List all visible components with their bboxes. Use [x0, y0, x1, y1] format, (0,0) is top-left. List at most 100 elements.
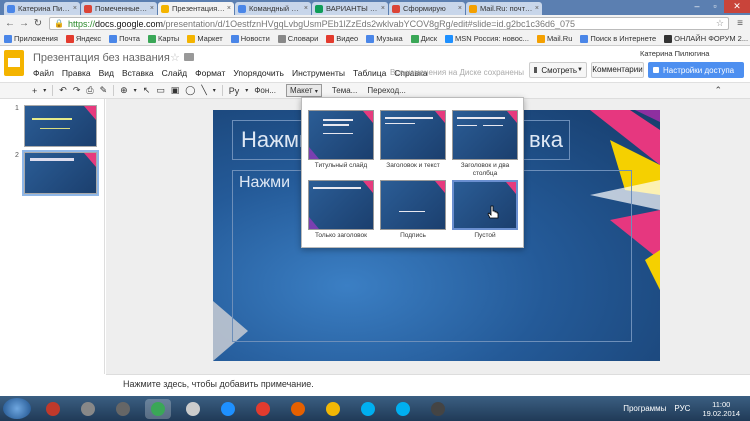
line-icon[interactable]: ╲ [201, 85, 206, 96]
bookmark-item[interactable]: Маркет [187, 34, 223, 43]
layout-option-blank[interactable]: Пустой [452, 180, 518, 240]
taskbar-app-yandex[interactable] [250, 399, 276, 419]
tab-close-icon[interactable]: × [73, 5, 77, 12]
menu-item[interactable]: Упорядочить [233, 68, 284, 78]
layout-option-title-slide[interactable]: Титульный слайд [308, 110, 374, 170]
taskbar-app-mail-agent[interactable] [320, 399, 346, 419]
taskbar-app-chrome[interactable] [145, 398, 171, 419]
layout-option-caption[interactable]: Подпись [380, 180, 446, 240]
tab-close-icon[interactable]: × [227, 5, 231, 12]
chevron-down-icon[interactable]: ▾ [43, 87, 46, 94]
shape-icon[interactable]: ◯ [185, 85, 195, 96]
clock[interactable]: 11:00 19.02.2014 [702, 400, 740, 418]
background-button[interactable]: Фон... [254, 86, 276, 95]
chevron-down-icon[interactable]: ▾ [134, 87, 137, 94]
present-button[interactable]: Смотреть ▼ [529, 62, 587, 78]
bookmark-item[interactable]: Приложения [4, 34, 58, 43]
star-icon[interactable]: ☆ [170, 51, 180, 64]
zoom-icon[interactable]: ⊕ [120, 85, 128, 96]
image-icon[interactable]: ▣ [171, 85, 180, 96]
tab-close-icon[interactable]: × [304, 5, 308, 12]
taskbar-app-skype[interactable] [355, 399, 381, 419]
browser-tab[interactable]: Сформирую × [389, 2, 465, 15]
taskbar-app-skype-2[interactable] [390, 399, 416, 419]
speaker-notes[interactable]: Нажмите здесь, чтобы добавить примечание… [106, 374, 750, 396]
start-button[interactable] [3, 398, 31, 419]
folder-icon[interactable] [184, 53, 194, 61]
share-button[interactable]: Настройки доступа [648, 62, 744, 78]
document-title[interactable]: Презентация без названия [33, 52, 170, 64]
chevron-down-icon[interactable]: ▾ [213, 87, 216, 94]
chevron-down-icon[interactable]: ▼ [577, 67, 583, 73]
back-icon[interactable]: ← [3, 18, 17, 29]
browser-tab[interactable]: Катерина Пилюго× [4, 2, 80, 15]
browser-tab[interactable]: Помеченные - Д × [81, 2, 157, 15]
bookmark-item[interactable]: Диск [410, 34, 437, 43]
menu-item[interactable]: Правка [62, 68, 91, 78]
menu-item[interactable]: Вставка [122, 68, 154, 78]
bookmark-item[interactable]: Mail.Ru [536, 34, 572, 43]
bookmark-item[interactable]: Словари [277, 34, 318, 43]
bookmark-item[interactable]: Новости [230, 34, 270, 43]
tab-close-icon[interactable]: × [535, 5, 539, 12]
bookmark-item[interactable]: Видео [326, 34, 358, 43]
tab-close-icon[interactable]: × [150, 5, 154, 12]
taskbar-app-opera[interactable] [180, 399, 206, 419]
tab-close-icon[interactable]: × [381, 5, 385, 12]
bookmark-item[interactable]: Яндекс [65, 34, 101, 43]
bookmark-item[interactable]: Карты [147, 34, 179, 43]
bookmark-item[interactable]: Поиск в Интернете [580, 34, 656, 43]
language-indicator[interactable]: РУС [674, 404, 690, 413]
menu-item[interactable]: Вид [99, 68, 114, 78]
theme-button[interactable]: Тема... [332, 86, 358, 95]
taskbar-app-ie[interactable] [215, 399, 241, 419]
menu-icon[interactable]: ≡ [733, 18, 747, 29]
user-name[interactable]: Катерина Пилюгина [640, 49, 709, 58]
redo-icon[interactable]: ↷ [73, 85, 81, 96]
url-input[interactable]: 🔒 https://docs.google.com/presentation/d… [49, 17, 729, 30]
programs-label[interactable]: Программы [623, 404, 666, 413]
text-box-icon[interactable]: ▭ [156, 85, 165, 96]
forward-icon[interactable]: → [17, 18, 31, 29]
taskbar-app-camera[interactable] [110, 399, 136, 419]
tab-close-icon[interactable]: × [458, 5, 462, 12]
collapse-menu-icon[interactable]: ⌃ [714, 85, 722, 96]
layout-option-title-only[interactable]: Только заголовок [308, 180, 374, 240]
menu-item[interactable]: Таблица [353, 68, 386, 78]
bookmark-item[interactable]: MSN Россия: новос... [445, 34, 529, 43]
new-slide-icon[interactable]: + [32, 86, 37, 96]
taskbar-app-utility[interactable] [425, 399, 451, 419]
layout-option-title-body[interactable]: Заголовок и текст [380, 110, 446, 170]
slides-logo[interactable] [4, 50, 24, 76]
bookmark-item[interactable]: Почта [109, 34, 140, 43]
bookmark-item[interactable]: Музыка [366, 34, 403, 43]
menu-item[interactable]: Инструменты [292, 68, 345, 78]
window-close-icon[interactable]: ✕ [724, 0, 750, 13]
paint-format-icon[interactable]: ✎ [100, 85, 108, 96]
menu-item[interactable]: Слайд [162, 68, 188, 78]
slide-thumbnail-1[interactable] [24, 105, 97, 147]
print-icon[interactable]: ⎙ [86, 85, 93, 96]
bookmark-star-icon[interactable]: ☆ [716, 18, 724, 29]
slide-thumbnail-2[interactable] [22, 150, 99, 196]
minimize-icon[interactable]: – [688, 0, 706, 13]
taskbar-app-media[interactable] [75, 399, 101, 419]
bookmark-item[interactable]: ОНЛАЙН ФОРУМ 2... [664, 34, 748, 43]
browser-tab[interactable]: Презентация без× [158, 2, 234, 15]
transition-button[interactable]: Переход... [367, 86, 405, 95]
browser-tab[interactable]: Командный ссылк× [235, 2, 311, 15]
layout-option-two-columns[interactable]: Заголовок и два столбца [452, 110, 518, 178]
browser-tab[interactable]: Mail.Ru: почта, по× [466, 2, 542, 15]
taskbar-app-firefox[interactable] [285, 399, 311, 419]
menu-item[interactable]: Формат [195, 68, 225, 78]
font-select[interactable]: Ру [229, 86, 240, 96]
menu-item[interactable]: Файл [33, 68, 54, 78]
maximize-icon[interactable]: ▫ [706, 0, 724, 13]
taskbar-app-power[interactable] [40, 399, 66, 419]
browser-tab[interactable]: ВАРИАНТЫ РАСС× [312, 2, 388, 15]
reload-icon[interactable]: ↻ [31, 18, 45, 29]
select-cursor-icon[interactable]: ↖ [143, 85, 151, 96]
comments-button[interactable]: Комментарии [591, 62, 644, 78]
layout-button[interactable]: Макет ▾ [285, 84, 322, 97]
chevron-down-icon[interactable]: ▾ [245, 87, 248, 94]
